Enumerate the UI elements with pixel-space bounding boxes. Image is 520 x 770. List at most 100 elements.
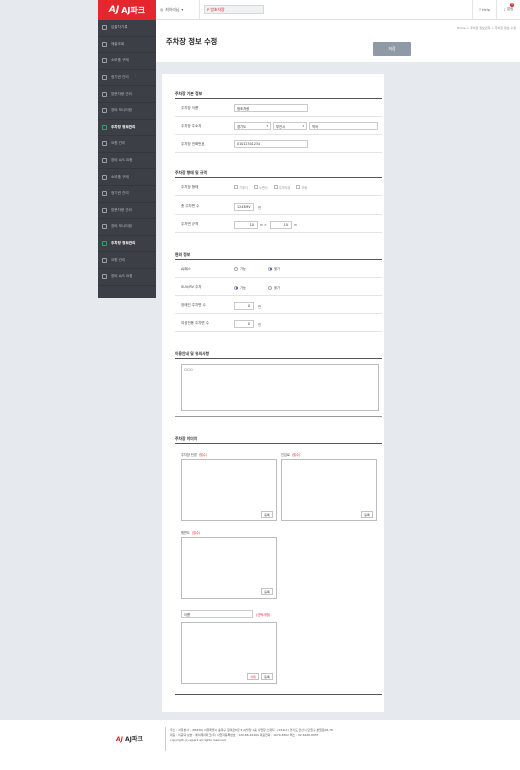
parking-search-input[interactable]: P 방초차량 xyxy=(204,5,264,14)
menu-icon xyxy=(102,257,107,263)
sidebar-item-label: 주차장 정보관리 xyxy=(111,241,136,246)
sidebar-item-label: 입출차기록 xyxy=(111,25,128,30)
sidebar-item[interactable]: 정기권 관리 xyxy=(98,186,156,203)
entry-upload-button[interactable]: 등록 xyxy=(361,511,373,518)
front-upload-button[interactable]: 등록 xyxy=(261,511,273,518)
women-count-input[interactable]: 0 xyxy=(234,320,254,328)
menu-icon xyxy=(102,158,107,164)
section-title-images: 주차장 이미지 xyxy=(175,436,198,441)
sidebar-item-label: 정기권 관리 xyxy=(111,75,129,80)
type-label: 주차장 형태 xyxy=(181,184,199,189)
sidebar-item[interactable]: 소모품 구매 xyxy=(98,53,156,70)
help-label: Help xyxy=(481,7,491,12)
valet-radio-yes[interactable]: 가능 xyxy=(234,266,246,271)
alarm-button[interactable]: ♪ 알림 9 xyxy=(496,0,520,20)
section-title-type: 주차장 형태 및 규격 xyxy=(175,170,207,175)
count-label: 총 주차면 수 xyxy=(181,203,200,208)
front-image-label: 주차장 전경 (필수) xyxy=(181,453,208,457)
alarm-label: 알림 xyxy=(506,7,514,11)
total-count-input[interactable]: 1243MV xyxy=(234,203,254,211)
type-checkbox-mechanical[interactable]: 기계식 xyxy=(234,185,248,190)
section-title-notice: 이용안내 및 유의사항 xyxy=(175,351,210,356)
parking-name-input[interactable]: 청조차량 xyxy=(234,104,308,112)
count-unit: 면 xyxy=(258,206,261,210)
sidebar-item[interactable]: 장비 A/S 요청 xyxy=(98,153,156,170)
sidebar-item-label: 장비 A/S 요청 xyxy=(111,158,133,163)
notice-textarea[interactable]: ㅁㅁㅁ xyxy=(181,364,379,411)
size-unit: m xyxy=(294,223,298,227)
map-upload-button[interactable]: 등록 xyxy=(261,588,273,595)
save-button[interactable]: 저장 xyxy=(373,42,411,56)
section-divider xyxy=(175,694,382,695)
sidebar-item[interactable]: 장비 A/S 요청 xyxy=(98,269,156,286)
extra-image-name-input[interactable]: 이름 xyxy=(181,610,253,618)
footer-copyright: copyright (c) ajpark all rights reserved… xyxy=(170,738,227,742)
map-image-label: 평면도 (필수) xyxy=(181,531,201,535)
city-select[interactable]: 부천시 xyxy=(273,122,307,130)
section-divider xyxy=(175,259,382,260)
type-checkbox-tower[interactable]: 주차타워 xyxy=(273,185,290,190)
sidebar-item[interactable]: 장비 모니터링 xyxy=(98,103,156,120)
sidebar-item-label: 장비 A/S 요청 xyxy=(111,274,133,279)
sidebar-item-label: 정기권 관리 xyxy=(111,191,129,196)
section-divider xyxy=(175,416,382,417)
logo-mark: AJ xyxy=(108,5,120,15)
sidebar-item[interactable]: 장비 모니터링 xyxy=(98,219,156,236)
user-menu[interactable]: ◎ 최아라님 ▾ xyxy=(156,0,200,19)
search-value: P 방초차량 xyxy=(207,6,225,12)
sidebar-item-label: 장비 모니터링 xyxy=(111,224,132,229)
sidebar-item[interactable]: 소모품 구매 xyxy=(98,169,156,186)
address-detail-input[interactable]: 역곡 xyxy=(309,122,378,130)
footer-info: 주소 : 서울본사 : (05836) 서울특별시 송파구 정의로8길 9 AJ… xyxy=(170,728,400,743)
menu-icon xyxy=(102,58,107,64)
sidebar-item[interactable]: 입출차기록 xyxy=(98,20,156,37)
disabled-unit: 면 xyxy=(258,305,261,309)
size-width-input[interactable]: 10 xyxy=(234,221,258,229)
disabled-count-input[interactable]: 0 xyxy=(234,302,254,310)
size-x-unit: m × xyxy=(260,223,267,227)
row-women: 여성전용 주차면 수 xyxy=(175,315,382,332)
sidebar-item[interactable]: 요원 관리 xyxy=(98,136,156,153)
type-checkbox-auto[interactable]: 자동 xyxy=(296,185,307,190)
extra-upload-button[interactable]: 등록 xyxy=(261,673,273,680)
help-button[interactable]: ? Help xyxy=(472,0,496,20)
size-label: 주차면 규격 xyxy=(181,221,199,226)
extra-delete-button[interactable]: 삭제 xyxy=(247,673,259,680)
sidebar-item-label: 소모품 구매 xyxy=(111,58,129,63)
sidebar-item-label: 장비 모니터링 xyxy=(111,108,132,113)
top-actions: ? Help ♪ 알림 9 xyxy=(417,0,520,20)
sidebar-item[interactable]: 주차장 정보관리 xyxy=(98,120,156,137)
sidebar-item-label: 요원 관리 xyxy=(111,257,126,262)
sidebar-item[interactable]: 요원 관리 xyxy=(98,252,156,269)
suv-radio-yes[interactable]: 가능 xyxy=(234,285,246,290)
type-checkbox-surface[interactable]: 노면식 xyxy=(253,185,268,190)
sidebar-item[interactable]: 매출조회 xyxy=(98,37,156,54)
footer-divider xyxy=(165,727,166,751)
section-divider xyxy=(175,358,382,359)
valet-radio-no[interactable]: 불가 xyxy=(268,266,280,271)
phone-label: 주차장 전화번호 xyxy=(181,141,205,146)
sidebar-item[interactable]: 방문차량 관리 xyxy=(98,203,156,220)
page-title: 주차장 정보 수정 xyxy=(166,37,218,46)
phone-input[interactable]: 01012341234 xyxy=(234,140,308,148)
menu-icon xyxy=(102,41,107,47)
province-select[interactable]: 경기도 xyxy=(234,122,271,130)
menu-icon xyxy=(102,141,107,147)
entry-image-label: 진입로 (필수) xyxy=(281,453,301,457)
menu-icon xyxy=(102,274,107,280)
sidebar-item[interactable]: 방문차량 관리 xyxy=(98,86,156,103)
menu-icon xyxy=(102,174,107,180)
bell-icon: ♪ xyxy=(503,7,506,12)
sidebar-item[interactable]: 주차장 정보관리 xyxy=(98,236,156,253)
section-divider xyxy=(175,443,382,444)
brand-logo[interactable]: AJ AJ파크 xyxy=(98,0,156,20)
sidebar: 입출차기록 매출조회 소모품 구매 정기권 관리 방문차량 관리 장비 모니터링 주차장 정… xyxy=(98,20,156,298)
sidebar-item-label: 매출조회 xyxy=(111,41,125,46)
suv-radio-no[interactable]: 불가 xyxy=(268,285,280,290)
menu-icon xyxy=(102,75,107,81)
size-height-input[interactable]: 10 xyxy=(270,221,292,229)
menu-icon xyxy=(102,91,107,97)
alarm-badge: 9 xyxy=(510,2,514,7)
top-bar: ◎ 최아라님 ▾ P 방초차량 xyxy=(156,0,417,20)
sidebar-item[interactable]: 정기권 관리 xyxy=(98,70,156,87)
